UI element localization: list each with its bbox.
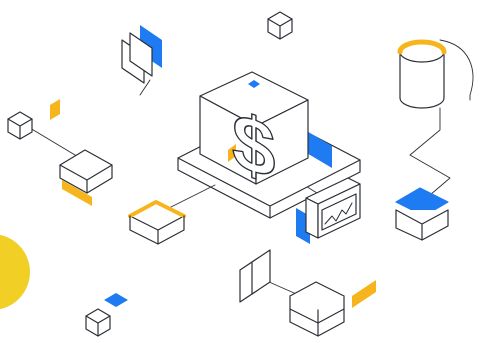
small-cube-left-icon [7, 111, 33, 140]
isometric-finance-illustration: $ [0, 11, 474, 337]
database-cylinder-icon [397, 39, 447, 109]
small-cube-bottom-icon [85, 293, 128, 337]
yellow-tile-bottom [352, 280, 376, 308]
stacked-cubes-icon [289, 281, 345, 337]
pane-layers-bottom-icon [239, 249, 271, 303]
illustration-canvas: $ [0, 0, 481, 343]
pane-layers-icon [121, 25, 162, 84]
yellow-tile-small [50, 99, 60, 120]
yellow-circle-decoration [0, 234, 30, 310]
blue-tile-box-icon [395, 187, 449, 241]
small-cube-icon [267, 11, 293, 40]
flat-box-left-icon [59, 149, 113, 206]
flat-box-bottom-left-icon [128, 200, 186, 245]
dollar-symbol: $ [232, 95, 275, 196]
